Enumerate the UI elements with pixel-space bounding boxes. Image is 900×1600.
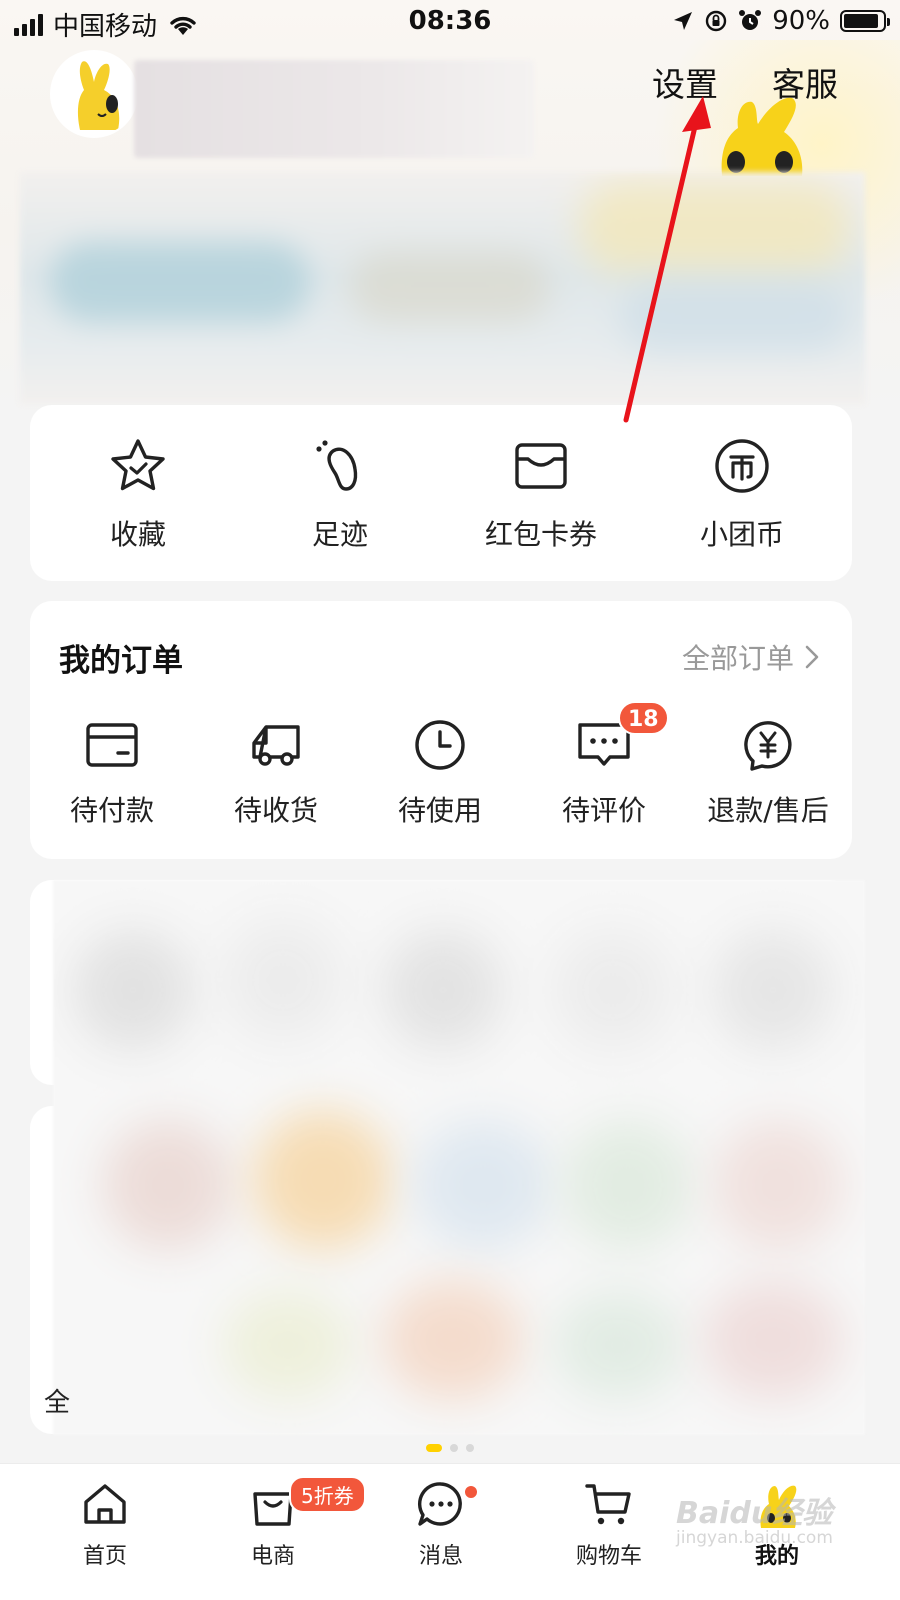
star-icon [111,439,165,491]
review-count-badge: 18 [618,701,669,735]
page-indicator [0,1444,900,1452]
orders-title: 我的订单 [59,643,183,679]
blurred-content-overlay [53,880,865,1435]
mascot-avatar-icon [77,61,120,130]
tab-messages[interactable]: 消息 [381,1478,501,1570]
order-label: 待使用 [397,794,482,827]
order-label: 待收货 [233,794,318,827]
partial-text: 全 [44,1388,71,1418]
wifi-icon [170,16,196,35]
order-label: 退款/售后 [707,794,829,827]
shortcut-label: 收藏 [109,518,166,551]
order-pending-delivery[interactable]: 待收货 [194,717,358,829]
page-dot [450,1444,458,1452]
battery-percent: 90% [772,6,830,36]
coupon-badge: 5折券 [289,1476,366,1513]
orders-card: 我的订单 全部订单 待付款 待收货 待使用 18 待评价 退款/售后 [30,601,852,859]
orientation-lock-icon [706,10,727,32]
coin-icon [715,439,769,493]
settings-link[interactable]: 设置 [652,58,718,106]
tab-cart[interactable]: 购物车 [549,1478,669,1570]
message-icon [417,1482,462,1526]
status-bar: 中国移动 08:36 90% [0,0,900,44]
order-refund[interactable]: 退款/售后 [686,717,850,829]
page-dot-active [426,1444,442,1452]
order-pending-payment[interactable]: 待付款 [30,717,194,829]
home-icon [84,1484,126,1524]
unread-dot [463,1484,479,1500]
order-pending-use[interactable]: 待使用 [358,717,522,829]
order-label: 待评价 [561,794,646,827]
tab-label: 购物车 [575,1544,642,1569]
shortcut-footprints[interactable]: 足迹 [240,435,440,553]
alarm-icon [739,10,762,30]
order-label: 待付款 [69,794,154,827]
shortcut-label: 小团币 [699,518,784,551]
card-icon [86,723,138,767]
tab-label: 首页 [82,1544,127,1569]
cart-icon [585,1484,631,1525]
tab-home[interactable]: 首页 [45,1478,165,1570]
refund-icon [744,721,792,771]
shortcut-coins[interactable]: 小团币 [642,435,842,553]
tab-label: 消息 [418,1544,463,1569]
carrier-name: 中国移动 [53,12,158,42]
tab-label: 电商 [250,1544,295,1569]
shortcut-coupons[interactable]: 红包卡券 [441,435,641,553]
tab-ecommerce[interactable]: 5折券 电商 [213,1476,366,1570]
chevron-right-icon [805,645,819,669]
order-pending-review[interactable]: 18 待评价 [522,701,686,829]
shortcut-favorites[interactable]: 收藏 [38,435,238,553]
clock-icon [415,720,465,770]
shortcuts-card: 收藏 足迹 红包卡券 小团币 [30,405,852,581]
footprint-icon [316,440,358,491]
all-orders-link[interactable]: 全部订单 [682,637,820,677]
shortcut-label: 足迹 [311,518,368,551]
avatar[interactable] [52,52,136,136]
mascot-peek-icon [721,97,803,176]
battery-icon [840,10,890,32]
location-icon [674,12,693,30]
truck-icon [252,725,300,766]
watermark: Baidu经验 [676,1496,833,1531]
user-name-redacted [134,60,534,158]
wallet-icon [515,443,567,489]
watermark-url: jingyan.baidu.com [676,1528,833,1548]
page-dot [466,1444,474,1452]
shortcut-label: 红包卡券 [484,518,597,551]
signal-icon [14,13,43,36]
all-orders-label: 全部订单 [681,642,794,675]
banner-redacted [20,172,865,404]
